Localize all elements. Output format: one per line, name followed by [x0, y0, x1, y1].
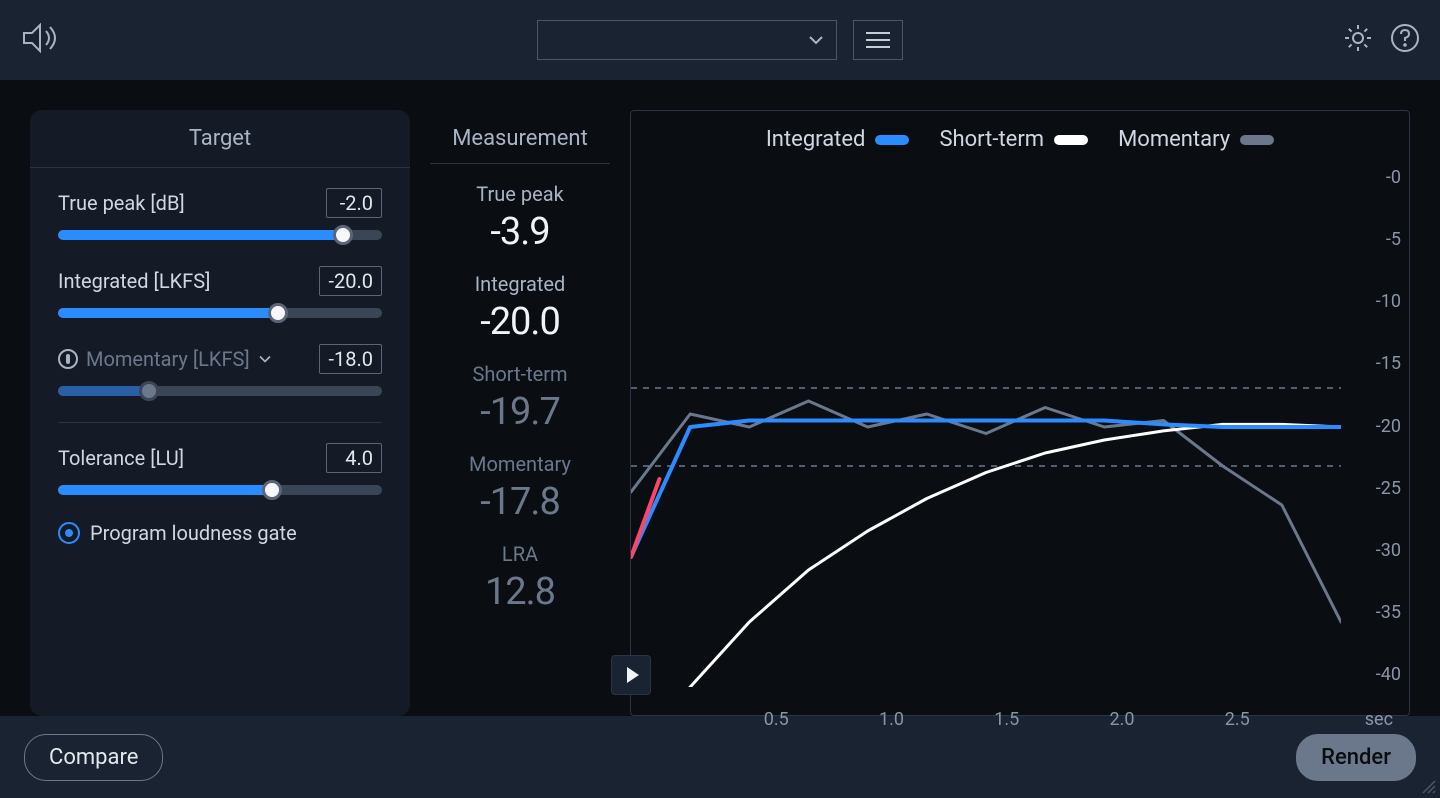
- chart-legend: Integrated Short-term Momentary: [631, 111, 1409, 160]
- integrated-label: Integrated [LKFS]: [58, 269, 210, 293]
- y-tick: -40: [1341, 664, 1401, 685]
- measurement-item: Momentary -17.8: [469, 452, 571, 524]
- measurement-item: LRA 12.8: [469, 542, 571, 614]
- x-tick: 1.5: [994, 709, 1019, 730]
- play-button[interactable]: [611, 655, 651, 695]
- measurement-label: Integrated: [469, 272, 571, 296]
- y-axis: -0 -5 -10 -15 -20 -25 -30 -35 -40: [1341, 167, 1401, 685]
- play-icon: [627, 667, 639, 683]
- speaker-icon[interactable]: [20, 21, 60, 59]
- true-peak-row: True peak [dB] -2.0: [58, 188, 382, 240]
- compare-button[interactable]: Compare: [24, 734, 163, 781]
- legend-momentary: Momentary: [1118, 127, 1274, 152]
- momentary-label: Momentary [LKFS]: [58, 347, 272, 371]
- measurement-item: True peak -3.9: [469, 182, 571, 254]
- radio-on-icon: [58, 522, 80, 544]
- y-tick: -20: [1341, 416, 1401, 437]
- measurement-label: Short-term: [469, 362, 571, 386]
- y-tick: -15: [1341, 353, 1401, 374]
- measurement-panel: Measurement True peak -3.9 Integrated -20…: [430, 110, 610, 716]
- x-tick: 2.0: [1110, 709, 1135, 730]
- x-tick: 0.5: [764, 709, 789, 730]
- measurement-label: Momentary: [469, 452, 571, 476]
- tolerance-row: Tolerance [LU] 4.0: [58, 443, 382, 495]
- render-button[interactable]: Render: [1296, 734, 1416, 781]
- loudness-chart: [631, 167, 1341, 687]
- measurement-label: LRA: [469, 542, 571, 566]
- x-axis-unit: sec: [1365, 709, 1393, 730]
- measurement-label: True peak: [469, 182, 571, 206]
- integrated-slider[interactable]: [58, 308, 382, 318]
- x-tick: 1.0: [879, 709, 904, 730]
- resize-grip-icon[interactable]: [1422, 780, 1436, 794]
- help-icon[interactable]: [1390, 23, 1420, 57]
- measurement-item: Short-term -19.7: [469, 362, 571, 434]
- measurement-item: Integrated -20.0: [469, 272, 571, 344]
- true-peak-value[interactable]: -2.0: [326, 188, 382, 218]
- y-tick: -0: [1341, 167, 1401, 188]
- y-tick: -10: [1341, 291, 1401, 312]
- integrated-row: Integrated [LKFS] -20.0: [58, 266, 382, 318]
- tolerance-slider[interactable]: [58, 485, 382, 495]
- chart-panel: Integrated Short-term Momentary -0-5-10-…: [630, 110, 1410, 716]
- gear-icon[interactable]: [1342, 22, 1374, 58]
- target-title: Target: [30, 110, 410, 168]
- legend-short-term: Short-term: [939, 127, 1088, 152]
- preset-dropdown[interactable]: [537, 20, 837, 60]
- measurement-value: -20.0: [469, 300, 571, 344]
- chevron-down-icon: [808, 31, 824, 50]
- measurement-value: -19.7: [469, 390, 571, 434]
- measurement-value: 12.8: [469, 570, 571, 614]
- x-tick: 2.5: [1225, 709, 1250, 730]
- y-tick: -25: [1341, 478, 1401, 499]
- measurement-value: -3.9: [469, 210, 571, 254]
- top-toolbar: [0, 0, 1440, 80]
- tolerance-value[interactable]: 4.0: [326, 443, 382, 473]
- program-loudness-gate[interactable]: Program loudness gate: [58, 521, 382, 555]
- measurement-title: Measurement: [430, 110, 610, 164]
- momentary-slider[interactable]: [58, 386, 382, 396]
- momentary-value[interactable]: -18.0: [319, 344, 382, 374]
- y-tick: -35: [1341, 602, 1401, 623]
- momentary-row: Momentary [LKFS] -18.0: [58, 344, 382, 396]
- tolerance-label: Tolerance [LU]: [58, 446, 184, 470]
- divider: [58, 422, 382, 423]
- target-panel: Target True peak [dB] -2.0 Integrated [L…: [30, 110, 410, 716]
- true-peak-label: True peak [dB]: [58, 191, 185, 215]
- momentary-toggle-icon[interactable]: [58, 349, 78, 369]
- chevron-down-icon[interactable]: [258, 354, 272, 364]
- y-tick: -30: [1341, 540, 1401, 561]
- true-peak-slider[interactable]: [58, 230, 382, 240]
- legend-integrated: Integrated: [766, 127, 910, 152]
- measurement-value: -17.8: [469, 480, 571, 524]
- menu-button[interactable]: [853, 20, 903, 60]
- integrated-value[interactable]: -20.0: [319, 266, 382, 296]
- y-tick: -5: [1341, 229, 1401, 250]
